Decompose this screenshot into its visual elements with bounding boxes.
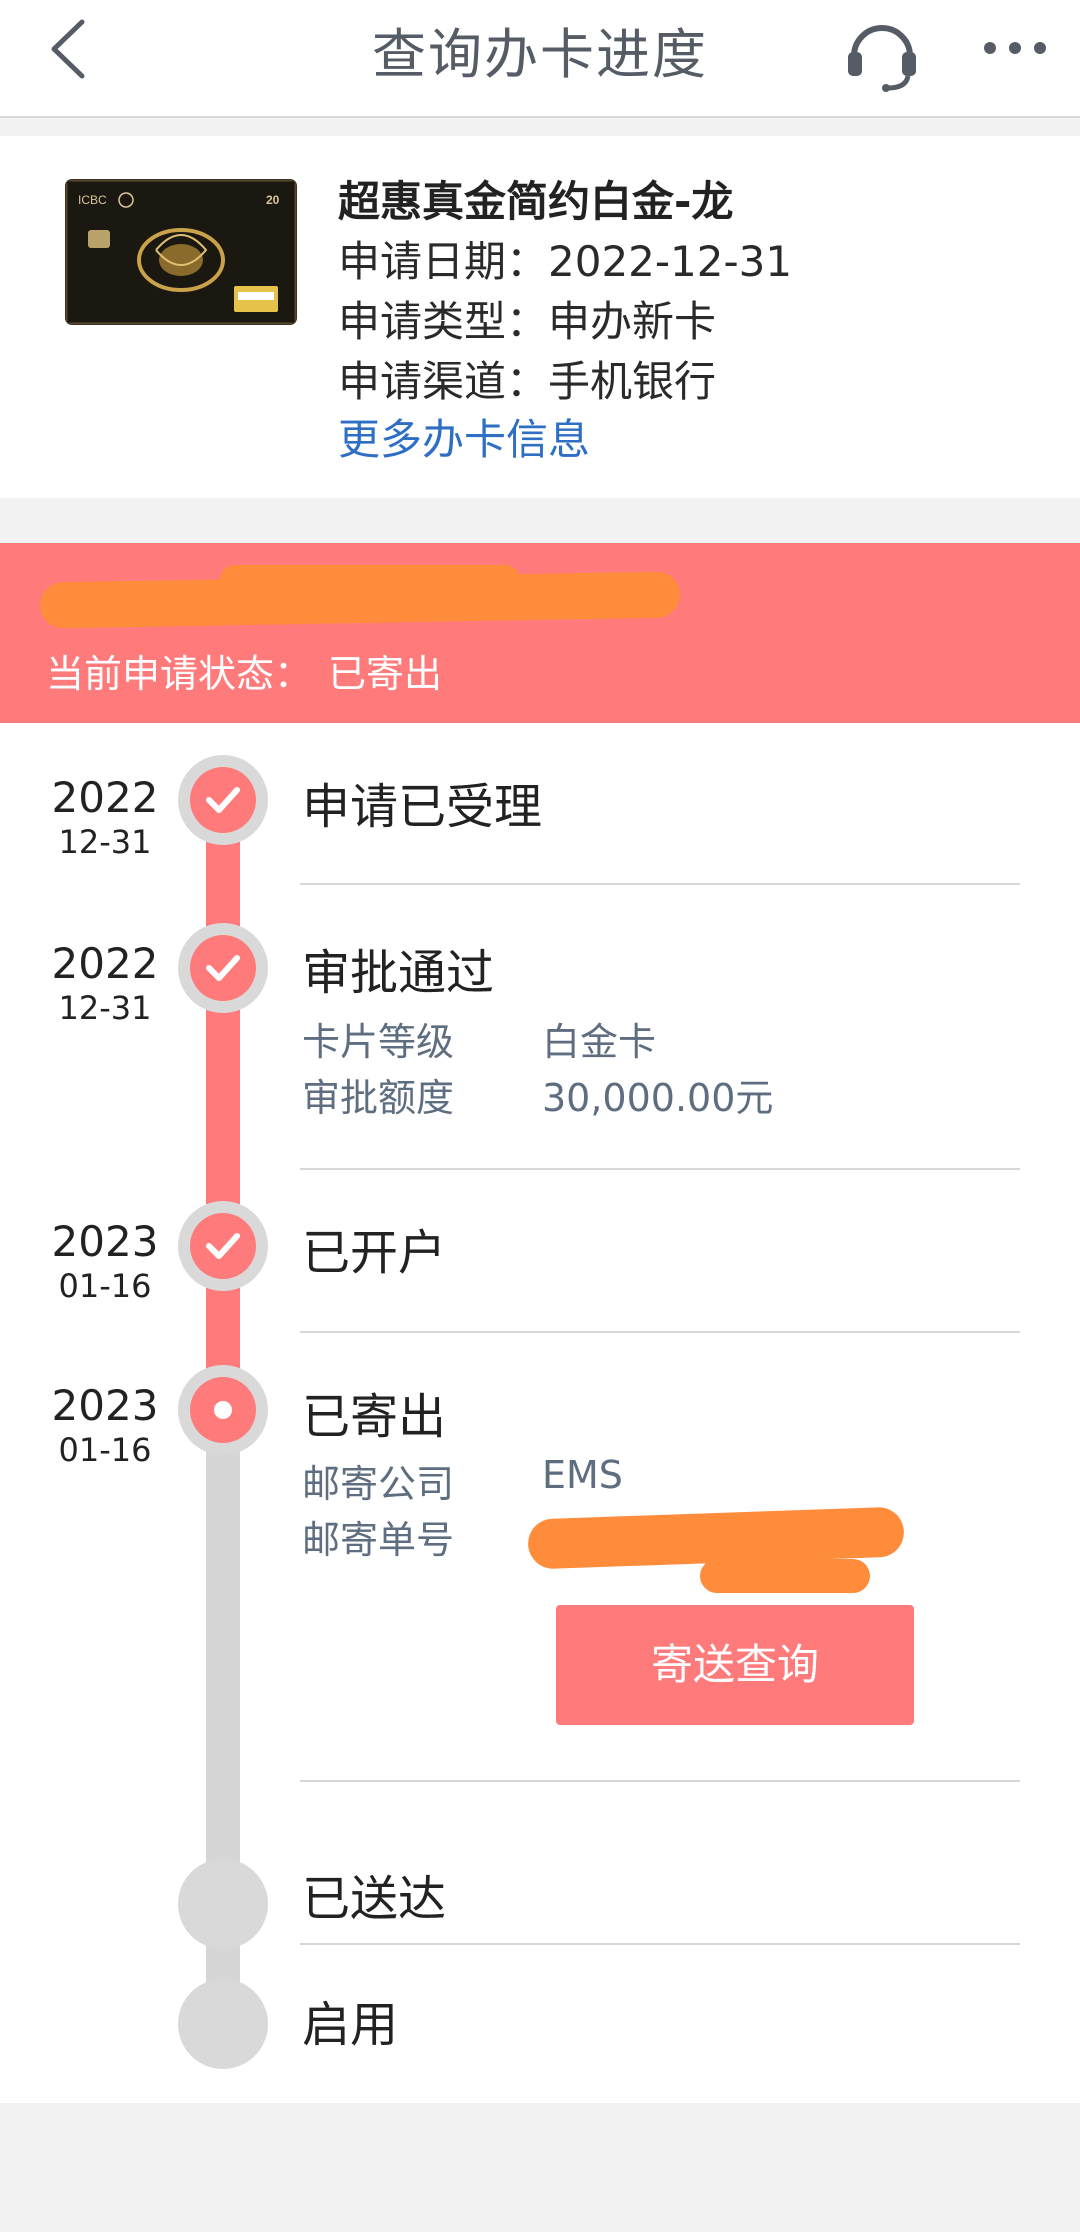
redaction-mark bbox=[700, 1559, 870, 1593]
headset-icon bbox=[848, 25, 916, 92]
step-date: 01-16 bbox=[58, 1267, 152, 1305]
redaction-mark bbox=[220, 565, 520, 595]
detail-label: 邮寄单号 bbox=[302, 1518, 455, 1562]
current-status-label: 当前申请状态： bbox=[46, 652, 313, 696]
detail-value: EMS bbox=[542, 1453, 623, 1497]
track-shipment-button[interactable]: 寄送查询 bbox=[556, 1605, 914, 1725]
step-title: 启用 bbox=[302, 1997, 399, 2053]
apply-date: 申请日期：2022-12-31 bbox=[338, 237, 793, 286]
step-title: 已寄出 bbox=[302, 1389, 447, 1445]
detail-value: 白金卡 bbox=[542, 1020, 657, 1064]
step-date: 01-16 bbox=[58, 1431, 152, 1469]
detail-value: 30,000.00元 bbox=[542, 1076, 774, 1120]
step-year: 2023 bbox=[51, 1217, 159, 1266]
step-date: 12-31 bbox=[58, 989, 152, 1027]
card-name: 超惠真金简约白金-龙 bbox=[338, 177, 734, 226]
more-dots-icon bbox=[984, 42, 1046, 54]
step-title: 已送达 bbox=[302, 1871, 447, 1927]
check-icon bbox=[206, 1233, 240, 1259]
step-title: 审批通过 bbox=[302, 945, 495, 1001]
apply-channel: 申请渠道：手机银行 bbox=[338, 357, 717, 406]
step-node-pending bbox=[178, 1979, 268, 2069]
progress-timeline: 2022 12-31 申请已受理 2022 12-31 审批通过 卡片等级 白金… bbox=[0, 723, 1080, 2103]
timeline-rail-pending bbox=[206, 1413, 240, 2053]
current-status: 当前申请状态： 已寄出 bbox=[46, 643, 442, 698]
step-date: 12-31 bbox=[58, 823, 152, 861]
apply-type: 申请类型：申办新卡 bbox=[338, 297, 717, 346]
card-bank-text: ICBC bbox=[78, 193, 107, 207]
card-info-section: ICBC 20 超惠真金简约白金-龙 申请日期：2022-12-31 申请类型：… bbox=[0, 136, 1080, 498]
step-node-pending bbox=[178, 1859, 268, 1949]
check-icon bbox=[206, 955, 240, 981]
step-year: 2022 bbox=[51, 939, 159, 988]
current-status-value: 已寄出 bbox=[328, 652, 443, 696]
step-title: 已开户 bbox=[302, 1225, 447, 1281]
divider bbox=[300, 1943, 1020, 1945]
step-node-current bbox=[178, 1365, 268, 1455]
step-node-done bbox=[178, 755, 268, 845]
detail-label: 审批额度 bbox=[302, 1076, 455, 1120]
step-node-done bbox=[178, 923, 268, 1013]
step-title: 申请已受理 bbox=[302, 779, 543, 835]
top-bar: 查询办卡进度 bbox=[0, 0, 1080, 118]
customer-service-button[interactable] bbox=[842, 12, 922, 92]
divider bbox=[300, 1168, 1020, 1170]
step-year: 2023 bbox=[51, 1381, 159, 1430]
divider bbox=[300, 1780, 1020, 1782]
step-node-done bbox=[178, 1201, 268, 1291]
more-card-info-link[interactable]: 更多办卡信息 bbox=[338, 406, 590, 467]
credit-card-image: ICBC 20 bbox=[66, 180, 296, 324]
status-banner: 当前申请状态： 已寄出 bbox=[0, 543, 1080, 723]
card-number-text: 20 bbox=[266, 193, 280, 207]
detail-label: 邮寄公司 bbox=[302, 1462, 455, 1506]
divider bbox=[300, 1331, 1020, 1333]
detail-label: 卡片等级 bbox=[302, 1020, 455, 1064]
check-icon bbox=[206, 787, 240, 813]
divider bbox=[300, 883, 1020, 885]
step-year: 2022 bbox=[51, 773, 159, 822]
more-button[interactable] bbox=[980, 28, 1050, 68]
